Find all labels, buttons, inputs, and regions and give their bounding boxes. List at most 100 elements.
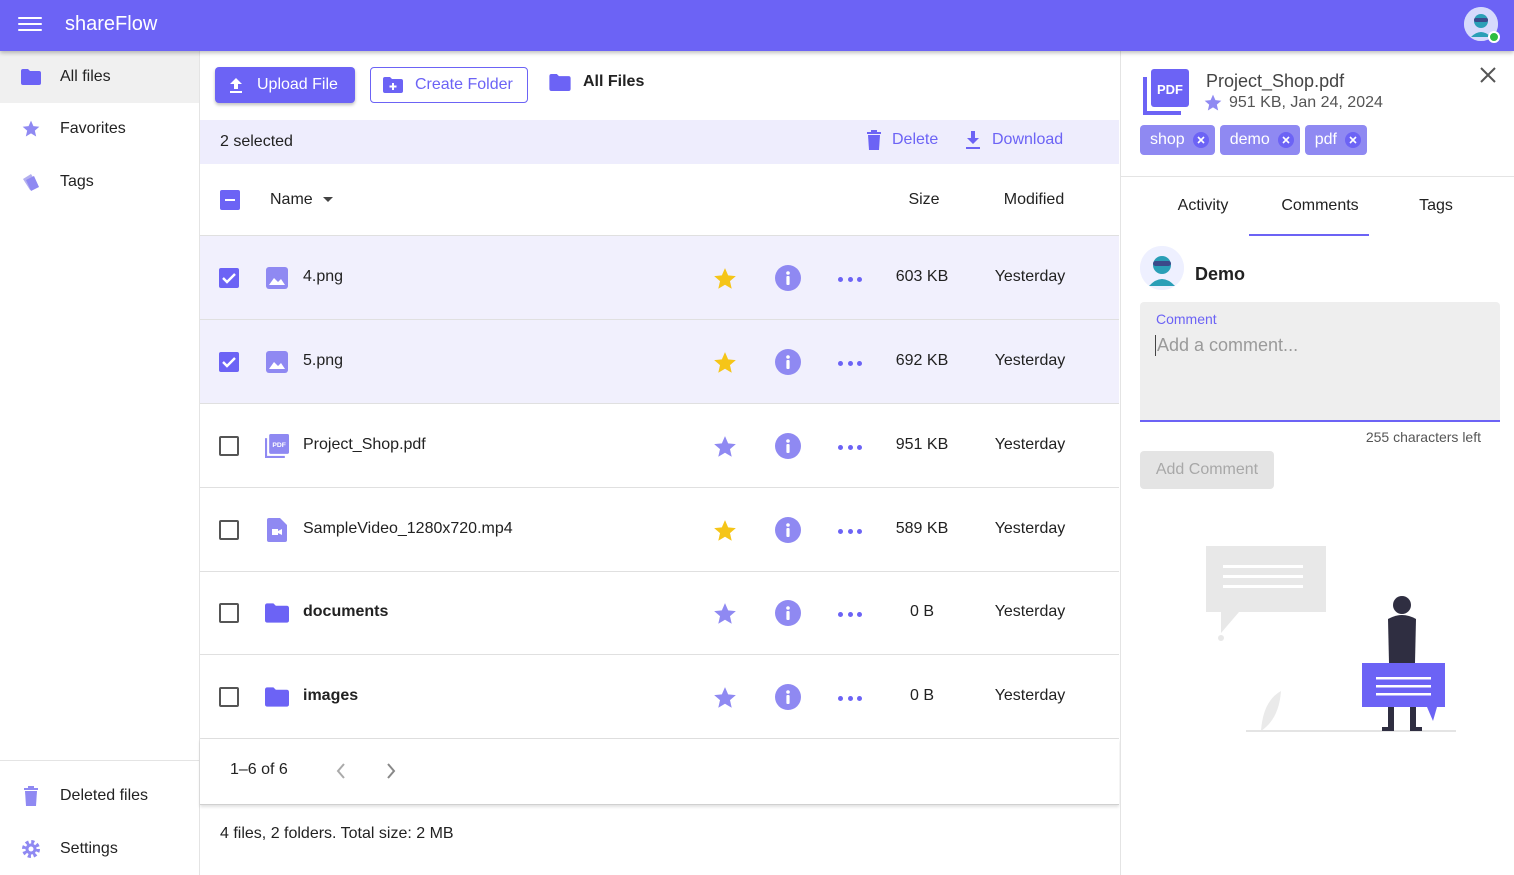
characters-left: 255 characters left [1365,429,1481,445]
remove-tag-icon[interactable] [1192,132,1209,148]
select-all-checkbox[interactable] [220,190,240,210]
sidebar-item-label: All files [60,68,111,85]
gear-icon [20,838,42,860]
row-checkbox[interactable] [219,603,239,623]
sidebar-item-label: Tags [60,173,94,190]
row-checkbox[interactable] [219,436,239,456]
table-row[interactable]: images 0 B Yesterday [200,655,1119,739]
favorite-star-icon[interactable] [712,601,738,627]
sidebar-item-tags[interactable]: Tags [0,156,199,208]
sidebar-item-label: Favorites [60,120,126,137]
comment-input[interactable]: Comment Add a comment... [1140,302,1500,422]
image-file-icon [265,350,289,374]
info-icon[interactable] [775,600,801,626]
star-icon[interactable] [1203,93,1223,113]
row-checkbox[interactable] [219,520,239,540]
online-status-dot [1488,31,1500,43]
more-options-icon[interactable] [838,610,862,618]
more-options-icon[interactable] [838,275,862,283]
tag-chip[interactable]: pdf [1304,125,1367,155]
more-options-icon[interactable] [838,359,862,367]
upload-icon [227,76,245,94]
delete-button[interactable]: Delete [866,130,938,150]
details-panel: PDF Project_Shop.pdf 951 KB, Jan 24, 202… [1120,51,1514,875]
selection-bar: 2 selected Delete Download [200,120,1119,164]
remove-tag-icon[interactable] [1277,132,1294,148]
modified-column-header[interactable]: Modified [984,191,1084,209]
table-row[interactable]: 4.png 603 KB Yesterday [200,236,1119,320]
folder-icon [265,601,289,625]
storage-summary: 4 files, 2 folders. Total size: 2 MB [220,825,454,842]
menu-icon[interactable] [18,14,42,34]
svg-text:PDF: PDF [272,442,286,449]
tag-chip[interactable]: shop [1140,125,1215,155]
favorite-star-icon[interactable] [712,434,738,460]
file-name[interactable]: 5.png [303,352,343,370]
download-button[interactable]: Download [964,130,1063,150]
size-column-header[interactable]: Size [872,191,976,209]
file-size: 951 KB [895,436,949,453]
sidebar-item-settings[interactable]: Settings [0,823,199,875]
tab-activity[interactable]: Activity [1143,197,1263,215]
file-modified: Yesterday [994,436,1066,453]
favorite-star-icon[interactable] [712,266,738,292]
favorite-star-icon[interactable] [712,518,738,544]
file-modified: Yesterday [994,603,1066,620]
name-column-header[interactable]: Name [270,191,333,209]
upload-file-button[interactable]: Upload File [215,67,355,103]
sidebar-item-all-files[interactable]: All files [0,51,199,103]
tag-icon [20,171,42,193]
sidebar-item-deleted-files[interactable]: Deleted files [0,770,199,822]
file-name[interactable]: Project_Shop.pdf [303,436,426,454]
info-icon[interactable] [775,517,801,543]
details-divider [1121,176,1514,177]
file-modified: Yesterday [994,268,1066,285]
table-row[interactable]: 5.png 692 KB Yesterday [200,320,1119,404]
folder-icon [549,73,571,91]
active-tab-indicator [1249,234,1369,236]
prev-page-icon[interactable] [330,760,352,782]
next-page-icon[interactable] [380,760,402,782]
favorite-star-icon[interactable] [712,685,738,711]
row-checkbox[interactable] [219,268,239,288]
more-options-icon[interactable] [838,694,862,702]
file-name[interactable]: images [303,687,358,705]
pagination-range: 1–6 of 6 [230,761,288,778]
favorite-star-icon[interactable] [712,350,738,376]
tag-chip[interactable]: demo [1219,125,1300,155]
create-folder-button[interactable]: Create Folder [370,67,528,103]
table-row[interactable]: SampleVideo_1280x720.mp4 589 KB Yesterday [200,488,1119,572]
sort-arrow-icon [322,197,333,202]
info-icon[interactable] [775,265,801,291]
file-modified: Yesterday [994,687,1066,704]
info-icon[interactable] [775,349,801,375]
file-name[interactable]: documents [303,603,388,621]
pdf-file-icon: PDF [1143,69,1189,115]
breadcrumb[interactable]: All Files [549,73,644,91]
user-avatar[interactable] [1464,7,1500,43]
details-meta: 951 KB, Jan 24, 2024 [1203,93,1383,113]
sidebar-item-favorites[interactable]: Favorites [0,103,199,155]
tab-tags[interactable]: Tags [1376,197,1496,215]
file-name[interactable]: 4.png [303,268,343,286]
download-icon [964,130,982,150]
remove-tag-icon[interactable] [1344,132,1361,148]
table-row[interactable]: documents 0 B Yesterday [200,571,1119,655]
info-icon[interactable] [775,433,801,459]
more-options-icon[interactable] [838,443,862,451]
add-comment-button[interactable]: Add Comment [1140,451,1274,489]
row-checkbox[interactable] [219,352,239,372]
close-icon[interactable] [1477,64,1499,86]
tab-comments[interactable]: Comments [1260,197,1380,215]
info-icon[interactable] [775,684,801,710]
star-icon [20,118,42,140]
table-row[interactable]: PDF Project_Shop.pdf 951 KB Yesterday [200,404,1119,488]
app-bar: shareFlow [0,0,1514,51]
tag-chip-label: demo [1229,131,1270,148]
row-checkbox[interactable] [219,687,239,707]
tag-chip-label: shop [1150,131,1185,148]
more-options-icon[interactable] [838,527,862,535]
upload-file-label: Upload File [257,76,338,93]
file-name[interactable]: SampleVideo_1280x720.mp4 [303,520,513,538]
folder-icon [265,685,289,709]
